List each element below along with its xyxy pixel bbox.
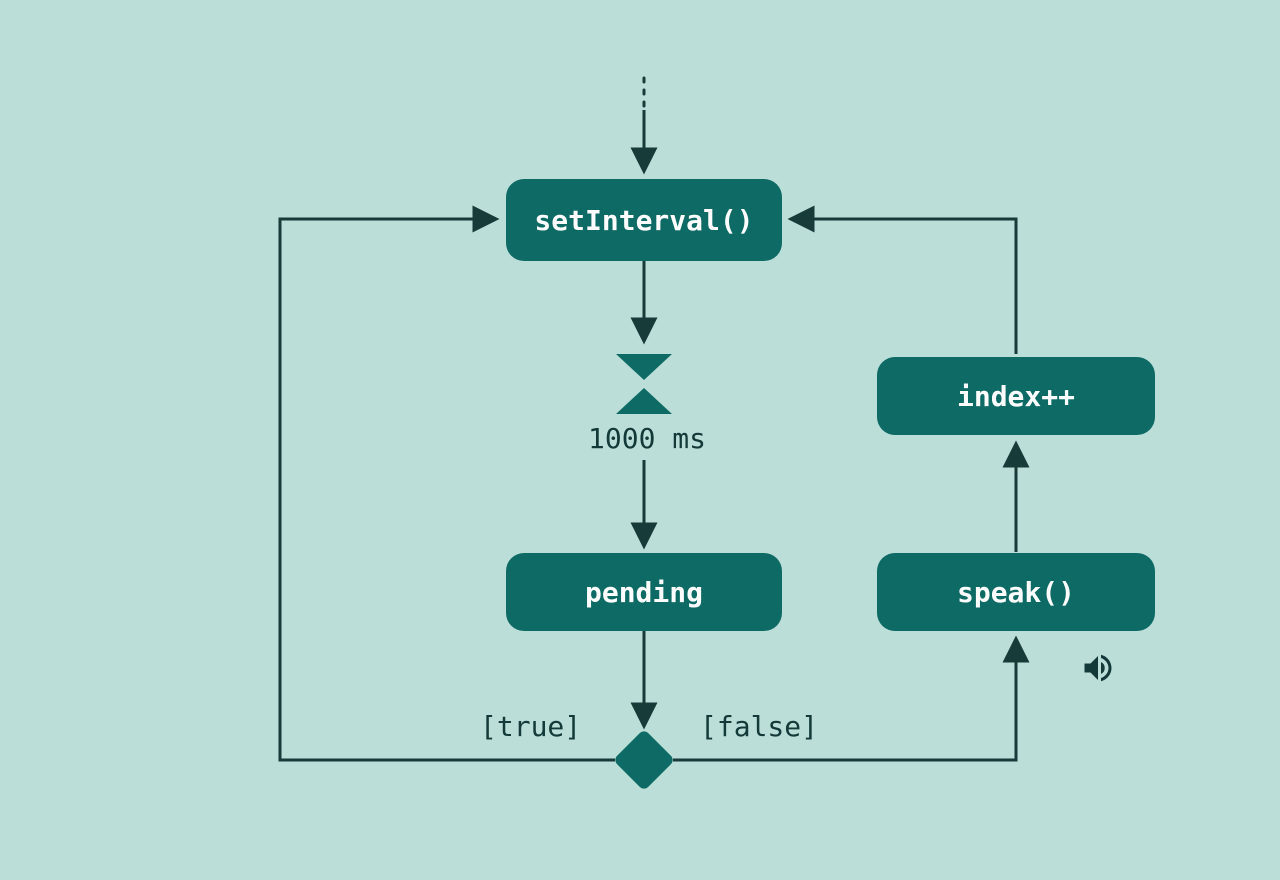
node-pending: pending xyxy=(506,553,782,631)
node-label: setInterval() xyxy=(534,204,753,237)
timer-label: 1000 ms xyxy=(588,422,706,455)
branch-label-true: [true] xyxy=(480,710,581,743)
node-set-interval: setInterval() xyxy=(506,179,782,261)
flow-diagram: setInterval() pending index++ speak() 10… xyxy=(0,0,1280,880)
node-index-inc: index++ xyxy=(877,357,1155,435)
hourglass-icon xyxy=(616,354,676,414)
branch-label-false: [false] xyxy=(700,710,818,743)
node-label: pending xyxy=(585,576,703,609)
node-speak: speak() xyxy=(877,553,1155,631)
node-label: index++ xyxy=(957,380,1075,413)
speaker-icon xyxy=(1080,650,1116,686)
decision-diamond xyxy=(613,729,675,791)
node-label: speak() xyxy=(957,576,1075,609)
